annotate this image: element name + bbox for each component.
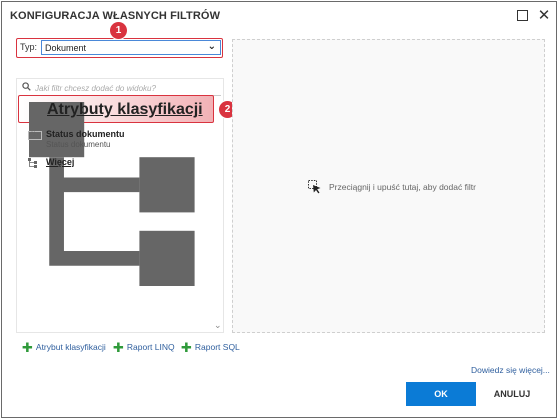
add-raport-sql-button[interactable]: ✚ Raport SQL (181, 340, 240, 356)
add-button-label: Raport LINQ (126, 342, 175, 352)
plus-icon: ✚ (22, 340, 33, 355)
add-button-label: Raport SQL (194, 342, 240, 352)
drag-drop-icon (308, 180, 321, 194)
learn-more-link[interactable]: Dowiedz się więcej... (471, 365, 550, 375)
add-atrybut-klasyfikacji-button[interactable]: ✚ Atrybut klasyfikacji (22, 340, 106, 356)
callout-badge-1: 1 (110, 22, 127, 39)
type-dropdown-value: Dokument (45, 43, 87, 53)
filter-drop-zone[interactable]: Przeciągnij i upuść tutaj, aby dodać fil… (232, 39, 545, 333)
ok-button[interactable]: OK (406, 382, 476, 406)
filter-item-status-dokumentu[interactable]: Abc Status dokumentu Status dokumentu (18, 127, 214, 151)
add-button-label: Atrybut klasyfikacji (35, 342, 106, 352)
plus-icon: ✚ (113, 340, 124, 355)
abc-text-icon: Abc (28, 131, 43, 140)
type-dropdown[interactable]: Dokument ⌄ (41, 40, 221, 55)
dialog-title: KONFIGURACJA WŁASNYCH FILTRÓW (10, 10, 221, 22)
scroll-down-icon[interactable]: ⌄ (214, 320, 222, 331)
filter-item-wiecej[interactable]: Więcej (18, 155, 214, 169)
chevron-down-icon: ⌄ (207, 41, 216, 52)
add-raport-linq-button[interactable]: ✚ Raport LINQ (113, 340, 175, 356)
search-input[interactable] (35, 82, 215, 94)
type-label: Typ: (20, 42, 38, 52)
search-icon (22, 82, 31, 91)
drop-zone-hint: Przeciągnij i upuść tutaj, aby dodać fil… (329, 182, 476, 192)
maximize-icon[interactable] (516, 9, 530, 23)
search-box (21, 82, 221, 96)
cancel-button[interactable]: ANULUJ (484, 382, 540, 406)
filter-item-label: Status dokumentu (46, 129, 125, 139)
close-icon[interactable]: ✕ (537, 8, 551, 23)
filter-item-label: Atrybuty klasyfikacji (47, 101, 203, 118)
filter-item-subtitle: Status dokumentu (46, 140, 111, 149)
type-selector-row: Typ: Dokument ⌄ (16, 38, 223, 58)
plus-icon: ✚ (181, 340, 192, 355)
hierarchy-icon (28, 158, 37, 168)
filter-item-label: Więcej (46, 157, 75, 167)
filter-config-dialog: KONFIGURACJA WŁASNYCH FILTRÓW ✕ Typ: Dok… (1, 1, 557, 418)
filter-item-atrybuty-klasyfikacji[interactable]: Atrybuty klasyfikacji (18, 95, 214, 286)
